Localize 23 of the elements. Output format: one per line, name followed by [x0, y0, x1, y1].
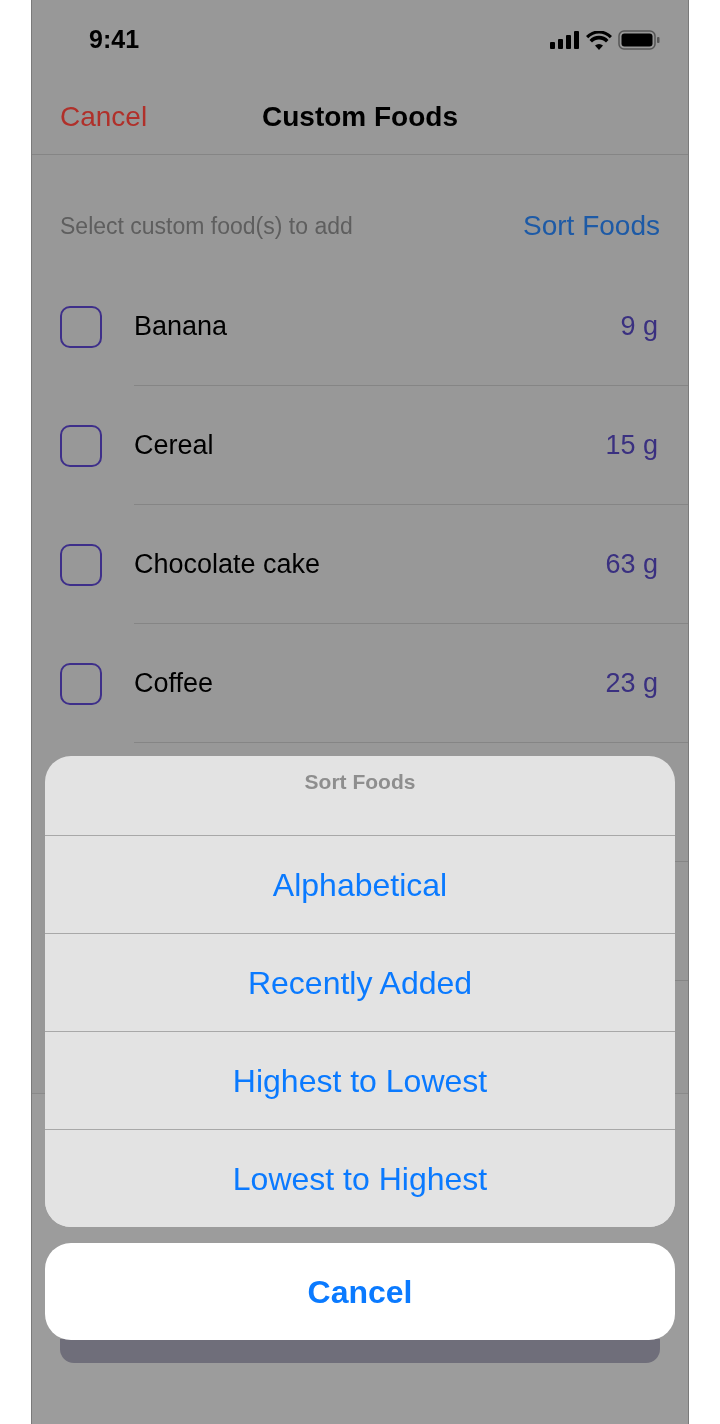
sort-option[interactable]: Lowest to Highest — [45, 1129, 675, 1227]
food-name: Chocolate cake — [134, 547, 321, 581]
food-name: Banana — [134, 309, 228, 343]
food-amount: 63 g — [605, 547, 658, 581]
food-amount: 9 g — [620, 309, 658, 343]
food-name: Cereal — [134, 428, 214, 462]
food-amount: 15 g — [605, 428, 658, 462]
checkbox[interactable] — [60, 662, 102, 705]
cancel-button[interactable]: Cancel — [60, 96, 148, 138]
cancel-button[interactable]: Cancel — [45, 1243, 675, 1340]
sort-foods-link[interactable]: Sort Foods — [523, 205, 660, 247]
checkbox[interactable] — [60, 543, 102, 586]
status-time: 9:41 — [89, 24, 140, 56]
screen-title: Custom Foods — [262, 100, 458, 134]
wifi-icon — [586, 30, 612, 50]
food-name: Coffee — [134, 666, 214, 700]
battery-icon — [618, 30, 660, 50]
checkbox[interactable] — [60, 305, 102, 348]
food-amount: 23 g — [605, 666, 658, 700]
checkbox[interactable] — [60, 424, 102, 467]
sheet-title: Sort Foods — [304, 769, 416, 795]
signal-icon — [550, 31, 580, 49]
instruction-text: Select custom food(s) to add — [60, 211, 353, 241]
